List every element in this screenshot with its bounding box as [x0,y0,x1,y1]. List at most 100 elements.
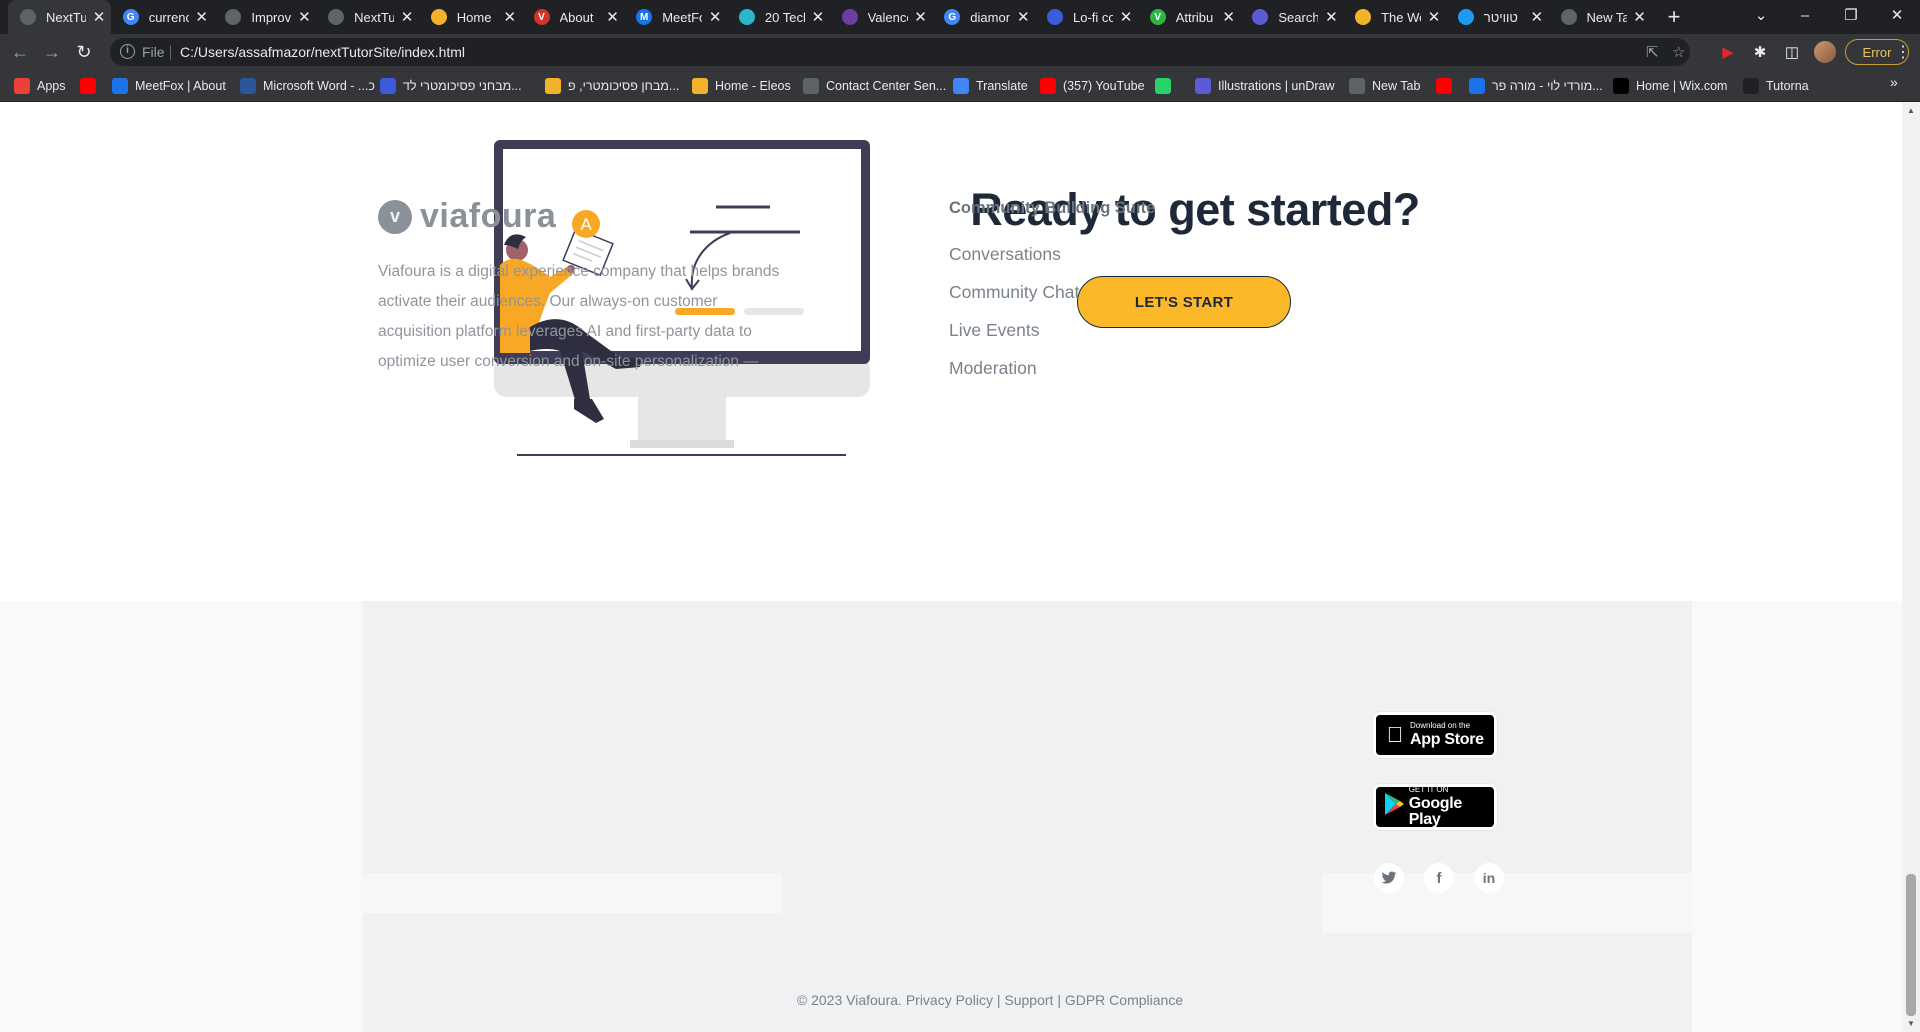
bookmark-star-icon[interactable]: ☆ [1672,43,1685,61]
tab-close-icon[interactable]: ✕ [914,8,928,26]
extensions-icon[interactable]: ✱ [1750,42,1770,62]
url-text[interactable]: C:/Users/assafmazor/nextTutorSite/index.… [180,44,465,60]
forward-icon[interactable]: → [40,40,64,64]
browser-tab[interactable]: V About ✕ [522,0,625,34]
tab-close-icon[interactable]: ✕ [92,8,106,26]
youtube-extension-icon[interactable]: ▶ [1718,42,1738,62]
browser-tab[interactable]: Gcurrency ✕ [111,0,214,34]
browser-tab[interactable]: NextTutor ✕ [8,0,111,34]
address-bar[interactable]: i File C:/Users/assafmazor/nextTutorSite… [110,38,1690,66]
footer-link-conversations[interactable]: Conversations [949,242,1079,280]
bookmark-item[interactable]: Home | Wix.com [1613,76,1727,96]
badge-letter: A [580,215,592,234]
privacy-policy-link[interactable]: Privacy Policy [906,992,993,1008]
bookmark-item[interactable]: Apps [14,76,66,96]
profile-avatar[interactable] [1814,41,1836,63]
bookmark-item[interactable]: New Tab [1349,76,1420,96]
bookmark-item[interactable]: מבחן פסיכומטרי, פ... [545,76,679,96]
bookmark-favicon-icon [380,78,396,94]
bookmark-item[interactable]: Illustrations | unDraw [1195,76,1335,96]
tab-close-icon[interactable]: ✕ [195,8,209,26]
footer-link-live-events[interactable]: Live Events [949,318,1079,356]
facebook-icon[interactable]: f [1424,863,1454,893]
new-tab-icon[interactable]: + [1661,4,1687,30]
page-scrollbar[interactable]: ▲ ▼ [1902,102,1920,1032]
bookmark-favicon-icon [953,78,969,94]
tab-close-icon[interactable]: ✕ [1324,8,1338,26]
tab-close-icon[interactable]: ✕ [1016,8,1030,26]
lets-start-button[interactable]: LET'S START [1077,276,1291,328]
browser-tab[interactable]: Lo-fi co ✕ [1035,0,1138,34]
bookmark-item[interactable]: Contact Center Sen... [803,76,946,96]
scrollbar-thumb[interactable] [1906,874,1916,1016]
tab-favicon-icon [225,9,242,25]
browser-tab[interactable]: Home ✕ [419,0,522,34]
scroll-up-icon[interactable]: ▲ [1907,106,1915,115]
browser-toolbar: ← → ↻ i File C:/Users/assafmazor/nextTut… [0,34,1920,70]
linkedin-icon[interactable]: in [1474,863,1504,893]
bookmark-item[interactable]: Microsoft Word - ...כ [240,76,375,96]
bookmark-favicon-icon [1155,78,1171,94]
tab-close-icon[interactable]: ✕ [606,8,620,26]
tab-close-icon[interactable]: ✕ [400,8,414,26]
bookmark-label: (357) YouTube [1063,79,1145,93]
tab-close-icon[interactable]: ✕ [1633,8,1647,26]
tab-close-icon[interactable]: ✕ [708,8,722,26]
app-store-badge[interactable]:  Download on the App Store [1373,712,1497,758]
gdpr-compliance-link[interactable]: GDPR Compliance [1065,992,1183,1008]
window-close-icon[interactable]: ✕ [1874,0,1920,30]
tab-search-icon[interactable]: ⌄ [1738,0,1784,30]
tab-close-icon[interactable]: ✕ [297,8,311,26]
browser-tab[interactable]: NextTutor ✕ [316,0,419,34]
reload-icon[interactable]: ↻ [72,40,96,64]
tab-favicon-icon [20,9,36,25]
bookmark-item[interactable]: מבחני פסיכומטרי לד... [380,76,522,96]
bookmark-item[interactable] [80,76,103,96]
tab-close-icon[interactable]: ✕ [1427,8,1441,26]
browser-tab[interactable]: M MeetFox ✕ [624,0,727,34]
browser-tab[interactable]: 20 Tech ✕ [727,0,830,34]
back-icon[interactable]: ← [8,40,32,64]
support-link[interactable]: Support [1004,992,1053,1008]
bookmark-favicon-icon [80,78,96,94]
browser-tab[interactable]: טוויטר ✕ [1446,0,1549,34]
bookmark-item[interactable]: (357) YouTube [1040,76,1145,96]
scroll-down-icon[interactable]: ▼ [1907,1019,1915,1028]
bookmarks-overflow-icon[interactable]: » [1890,74,1898,90]
more-menu-icon[interactable]: ⋮ [1895,42,1911,62]
browser-tab[interactable]: Valence ✕ [830,0,933,34]
bookmark-item[interactable]: MeetFox | About [112,76,226,96]
bookmark-item[interactable] [1436,76,1459,96]
bookmark-item[interactable]: מורדי לוי - מורה פר... [1469,76,1603,96]
company-description: Viafoura is a digital experience company… [378,263,780,370]
footer-link-community-chat[interactable]: Community Chat [949,280,1079,318]
browser-tab[interactable]: The Wo ✕ [1343,0,1446,34]
bookmark-item[interactable]: Home - Eleos [692,76,791,96]
twitter-icon[interactable] [1374,863,1404,893]
tab-close-icon[interactable]: ✕ [503,8,517,26]
site-info-icon[interactable]: i [120,44,135,59]
tab-close-icon[interactable]: ✕ [1222,8,1236,26]
minimize-icon[interactable]: – [1782,0,1828,30]
bookmark-label: Illustrations | unDraw [1218,79,1335,93]
bookmark-item[interactable] [1155,76,1178,96]
tab-close-icon[interactable]: ✕ [1119,8,1133,26]
bookmark-item[interactable]: Tutorna [1743,76,1809,96]
browser-tab[interactable]: New Tab ✕ [1549,0,1652,34]
bookmark-item[interactable]: Translate [953,76,1028,96]
bookmark-label: Microsoft Word - ...כ [263,79,375,93]
side-panel-icon[interactable]: ◫ [1782,42,1802,62]
tab-favicon-icon [430,9,447,25]
footer-link-moderation[interactable]: Moderation [949,356,1079,394]
browser-tab[interactable]: Improve ✕ [213,0,316,34]
bookmarks-bar: Apps MeetFox | About Microsoft Word - ...כ… [0,70,1920,102]
share-icon[interactable]: ⇱ [1646,43,1659,61]
browser-tab[interactable]: Gdiamond ✕ [932,0,1035,34]
browser-tab[interactable]: V Attribu ✕ [1138,0,1241,34]
viafoura-logo[interactable]: v viafoura [378,197,556,236]
tab-close-icon[interactable]: ✕ [1530,8,1544,26]
tab-close-icon[interactable]: ✕ [811,8,825,26]
google-play-badge[interactable]: GET IT ON Google Play [1373,784,1497,830]
restore-icon[interactable]: ❐ [1828,0,1874,30]
browser-tab[interactable]: Search ✕ [1240,0,1343,34]
